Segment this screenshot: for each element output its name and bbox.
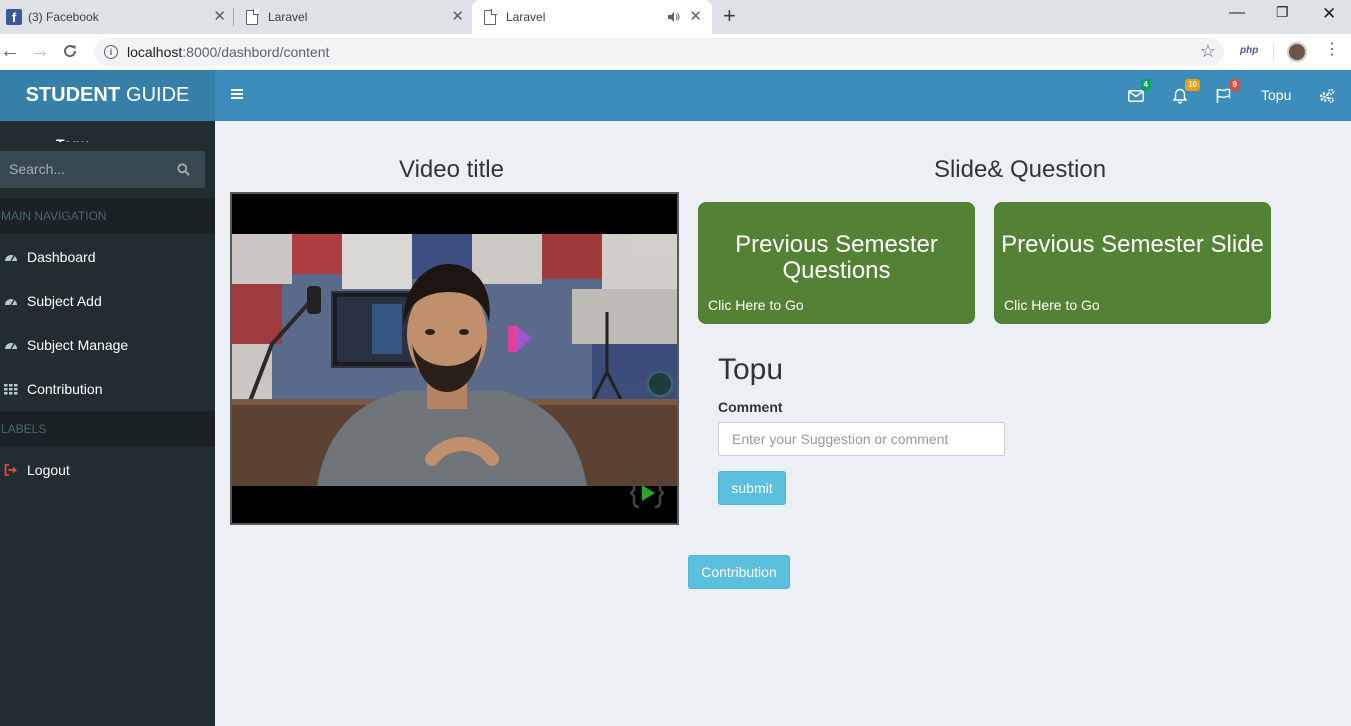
previous-slide-box[interactable]: Previous Semester Slide Clic Here to Go bbox=[994, 202, 1271, 324]
dashboard-icon bbox=[5, 299, 17, 306]
reload-icon[interactable] bbox=[62, 43, 78, 59]
messages-menu[interactable]: 4 bbox=[1128, 79, 1151, 105]
url-text[interactable]: localhost:8000/dashbord/content bbox=[127, 44, 329, 60]
sidebar-item-subject-add[interactable]: Subject Add bbox=[0, 279, 215, 323]
page-icon bbox=[484, 8, 497, 25]
new-tab-button[interactable]: + bbox=[723, 4, 736, 28]
logo-text: GUIDE bbox=[126, 84, 190, 106]
top-navbar: 4 10 9 Topu bbox=[215, 70, 1351, 121]
browser-tab-facebook[interactable]: f (3) Facebook ✕ bbox=[0, 0, 232, 34]
sidebar-search bbox=[0, 151, 205, 188]
php-extension-icon[interactable]: php bbox=[1240, 45, 1258, 56]
url-path: :8000/dashbord/content bbox=[182, 44, 330, 60]
sidebar: Topu MAIN NAVIGATION Dashboard Subject A… bbox=[0, 121, 215, 726]
browser-tab-laravel-active[interactable]: Laravel ✕ bbox=[472, 0, 712, 34]
envelope-icon bbox=[1128, 90, 1144, 102]
toolbar-divider bbox=[1273, 43, 1274, 61]
flag-icon bbox=[1216, 88, 1231, 103]
user-menu[interactable]: Topu bbox=[1261, 87, 1291, 103]
video-title: Video title bbox=[399, 156, 504, 183]
sidebar-item-subject-manage[interactable]: Subject Manage bbox=[0, 323, 215, 367]
close-window-button[interactable]: ✕ bbox=[1322, 4, 1336, 24]
logo-bold-text: STUDENT bbox=[25, 84, 121, 106]
sign-out-icon bbox=[4, 464, 17, 476]
tab-title: Laravel bbox=[506, 10, 546, 24]
grid-icon bbox=[4, 384, 18, 395]
sidebar-toggle-icon[interactable] bbox=[231, 89, 243, 99]
bell-icon bbox=[1173, 88, 1187, 104]
dashboard-icon bbox=[5, 255, 17, 262]
app-logo[interactable]: STUDENT GUIDE bbox=[0, 70, 215, 121]
close-tab-icon[interactable]: ✕ bbox=[451, 9, 464, 25]
notifications-menu[interactable]: 10 bbox=[1173, 79, 1200, 105]
dashboard-icon bbox=[5, 343, 17, 350]
forward-button[interactable]: → bbox=[30, 40, 50, 62]
speaker-icon[interactable] bbox=[668, 12, 680, 22]
notifications-badge: 10 bbox=[1185, 79, 1200, 91]
tasks-badge: 9 bbox=[1229, 79, 1240, 91]
sidebar-item-label: Dashboard bbox=[27, 249, 96, 265]
sidebar-item-contribution[interactable]: Contribution bbox=[0, 367, 215, 411]
sidebar-item-label: Subject Add bbox=[27, 293, 102, 309]
comment-label: Comment bbox=[718, 399, 783, 415]
close-tab-icon[interactable]: ✕ bbox=[213, 9, 226, 25]
bookmark-star-icon[interactable]: ☆ bbox=[1200, 41, 1216, 62]
tasks-menu[interactable]: 9 bbox=[1216, 79, 1240, 105]
sidebar-header-labels: LABELS bbox=[0, 411, 215, 447]
back-button[interactable]: ← bbox=[0, 40, 20, 62]
address-bar[interactable]: i localhost:8000/dashbord/content ☆ bbox=[94, 38, 1224, 66]
sidebar-header-main: MAIN NAVIGATION bbox=[0, 198, 215, 234]
submit-button[interactable]: submit bbox=[718, 471, 786, 505]
box-link[interactable]: Clic Here to Go bbox=[708, 297, 804, 313]
box-title: Previous Semester Slide bbox=[1001, 231, 1264, 258]
info-icon[interactable]: i bbox=[104, 45, 118, 59]
box-title: Previous Semester Questions bbox=[735, 231, 938, 284]
facebook-icon: f bbox=[6, 9, 22, 25]
tab-title: Laravel bbox=[268, 10, 308, 24]
browser-tab-laravel-1[interactable]: Laravel ✕ bbox=[234, 0, 470, 34]
url-host: localhost bbox=[127, 44, 183, 60]
sidebar-item-label: Subject Manage bbox=[27, 337, 129, 353]
restore-button[interactable]: ❐ bbox=[1276, 4, 1289, 21]
user-heading: Topu bbox=[718, 353, 784, 386]
box-link[interactable]: Clic Here to Go bbox=[1004, 297, 1100, 313]
browser-menu-icon[interactable]: ⋮ bbox=[1324, 42, 1340, 58]
sidebar-item-dashboard[interactable]: Dashboard bbox=[0, 235, 215, 279]
gears-icon[interactable] bbox=[1319, 88, 1335, 103]
play-brand-icon[interactable] bbox=[630, 476, 664, 510]
sidebar-user-name: Topu bbox=[56, 134, 89, 142]
previous-questions-box[interactable]: Previous Semester Questions Clic Here to… bbox=[698, 202, 975, 324]
sidebar-item-logout[interactable]: Logout bbox=[0, 448, 215, 492]
video-frame bbox=[232, 234, 677, 486]
minimize-button[interactable]: — bbox=[1229, 4, 1245, 22]
search-icon[interactable] bbox=[177, 163, 190, 176]
contribution-button[interactable]: Contribution bbox=[688, 555, 790, 589]
sidebar-item-label: Logout bbox=[27, 462, 70, 478]
sidebar-search-input[interactable] bbox=[9, 161, 169, 177]
browser-toolbar: ← → i localhost:8000/dashbord/content ☆ … bbox=[0, 34, 1351, 70]
profile-avatar[interactable] bbox=[1287, 42, 1307, 62]
messages-badge: 4 bbox=[1140, 79, 1151, 91]
tab-title: (3) Facebook bbox=[28, 10, 99, 24]
sidebar-item-label: Contribution bbox=[27, 381, 103, 397]
slide-question-title: Slide& Question bbox=[933, 156, 1107, 183]
browser-tab-strip: f (3) Facebook ✕ Laravel ✕ Laravel ✕ + —… bbox=[0, 0, 1351, 34]
close-tab-icon[interactable]: ✕ bbox=[689, 9, 702, 25]
page-icon bbox=[246, 8, 259, 25]
video-player[interactable] bbox=[230, 192, 679, 525]
comment-input[interactable] bbox=[718, 422, 1005, 456]
